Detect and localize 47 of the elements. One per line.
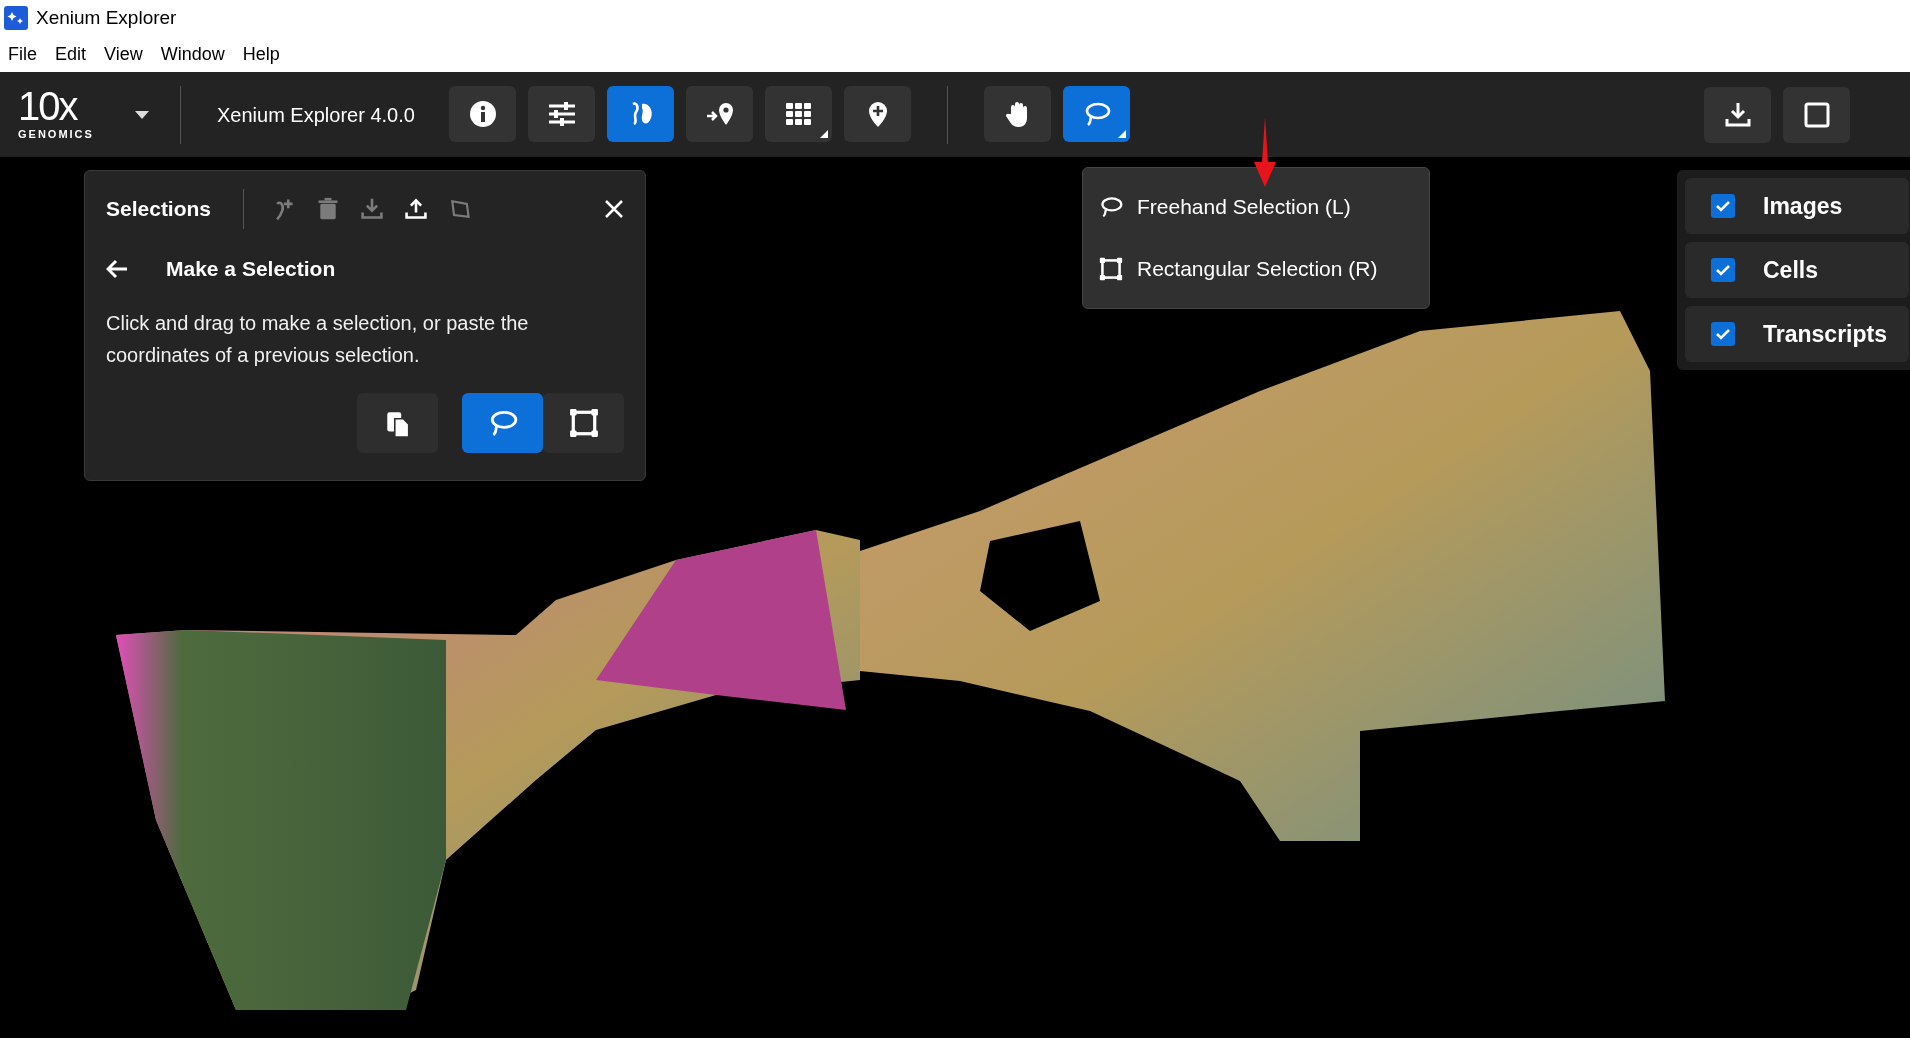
upload-icon[interactable] <box>404 197 428 221</box>
add-pin-tool-button[interactable] <box>844 85 911 142</box>
menu-option[interactable]: Freehand Selection (L) <box>1137 191 1351 223</box>
download-tool-button[interactable] <box>1704 86 1771 143</box>
lasso-button[interactable] <box>462 393 543 453</box>
panel-title: Selections <box>106 196 213 223</box>
layer-row[interactable]: Transcripts <box>1685 306 1909 362</box>
menu-item[interactable]: View <box>104 40 143 68</box>
menu-item[interactable]: Edit <box>55 40 87 68</box>
menu-item[interactable]: Window <box>160 40 225 68</box>
sliders-icon <box>547 99 576 128</box>
layer-row[interactable]: Cells <box>1685 242 1909 298</box>
instructions-text: Click and drag to make a selection, or paste the coordinates of a previous selection. <box>106 311 530 368</box>
info-icon <box>468 99 497 128</box>
checkbox[interactable] <box>1711 258 1735 282</box>
rectangle-select-icon <box>1099 257 1123 281</box>
cell-shapes-tool-button[interactable] <box>607 85 674 142</box>
caret-icon[interactable] <box>134 109 150 120</box>
logo: 10x GENOMICS <box>18 86 94 143</box>
menu-item[interactable]: Help <box>242 40 280 68</box>
app-icon <box>4 6 28 30</box>
paste-button[interactable] <box>357 393 438 453</box>
app-title: Xenium Explorer 4.0.0 <box>217 102 416 128</box>
window-title: Xenium Explorer <box>36 5 177 30</box>
hand-tool-button[interactable] <box>984 85 1051 142</box>
menu-option[interactable]: Rectangular Selection (R) <box>1137 253 1378 285</box>
layer-row[interactable]: Images <box>1685 178 1909 234</box>
lasso-icon <box>1099 195 1123 219</box>
layer-label: Transcripts <box>1763 319 1887 349</box>
menu-item[interactable]: File <box>8 40 37 68</box>
rectangle-select-button[interactable] <box>543 393 624 453</box>
download-icon <box>1723 100 1752 129</box>
panel-tool-button[interactable] <box>1783 86 1850 143</box>
grid-tool-button[interactable] <box>765 85 832 142</box>
rectangle-select-icon <box>568 408 599 438</box>
checkbox[interactable] <box>1711 194 1735 218</box>
panel-icon <box>1802 100 1831 129</box>
layer-label: Cells <box>1763 255 1818 285</box>
close-icon[interactable] <box>604 199 624 219</box>
arrow-pin-tool-button[interactable] <box>686 85 753 142</box>
section-heading: Make a Selection <box>166 256 336 283</box>
layer-label: Images <box>1763 191 1843 221</box>
back-arrow-icon[interactable] <box>106 259 128 279</box>
sliders-tool-button[interactable] <box>528 85 595 142</box>
lasso-tool-button[interactable] <box>1063 85 1130 142</box>
info-tool-button[interactable] <box>449 85 516 142</box>
checkbox[interactable] <box>1711 322 1735 346</box>
